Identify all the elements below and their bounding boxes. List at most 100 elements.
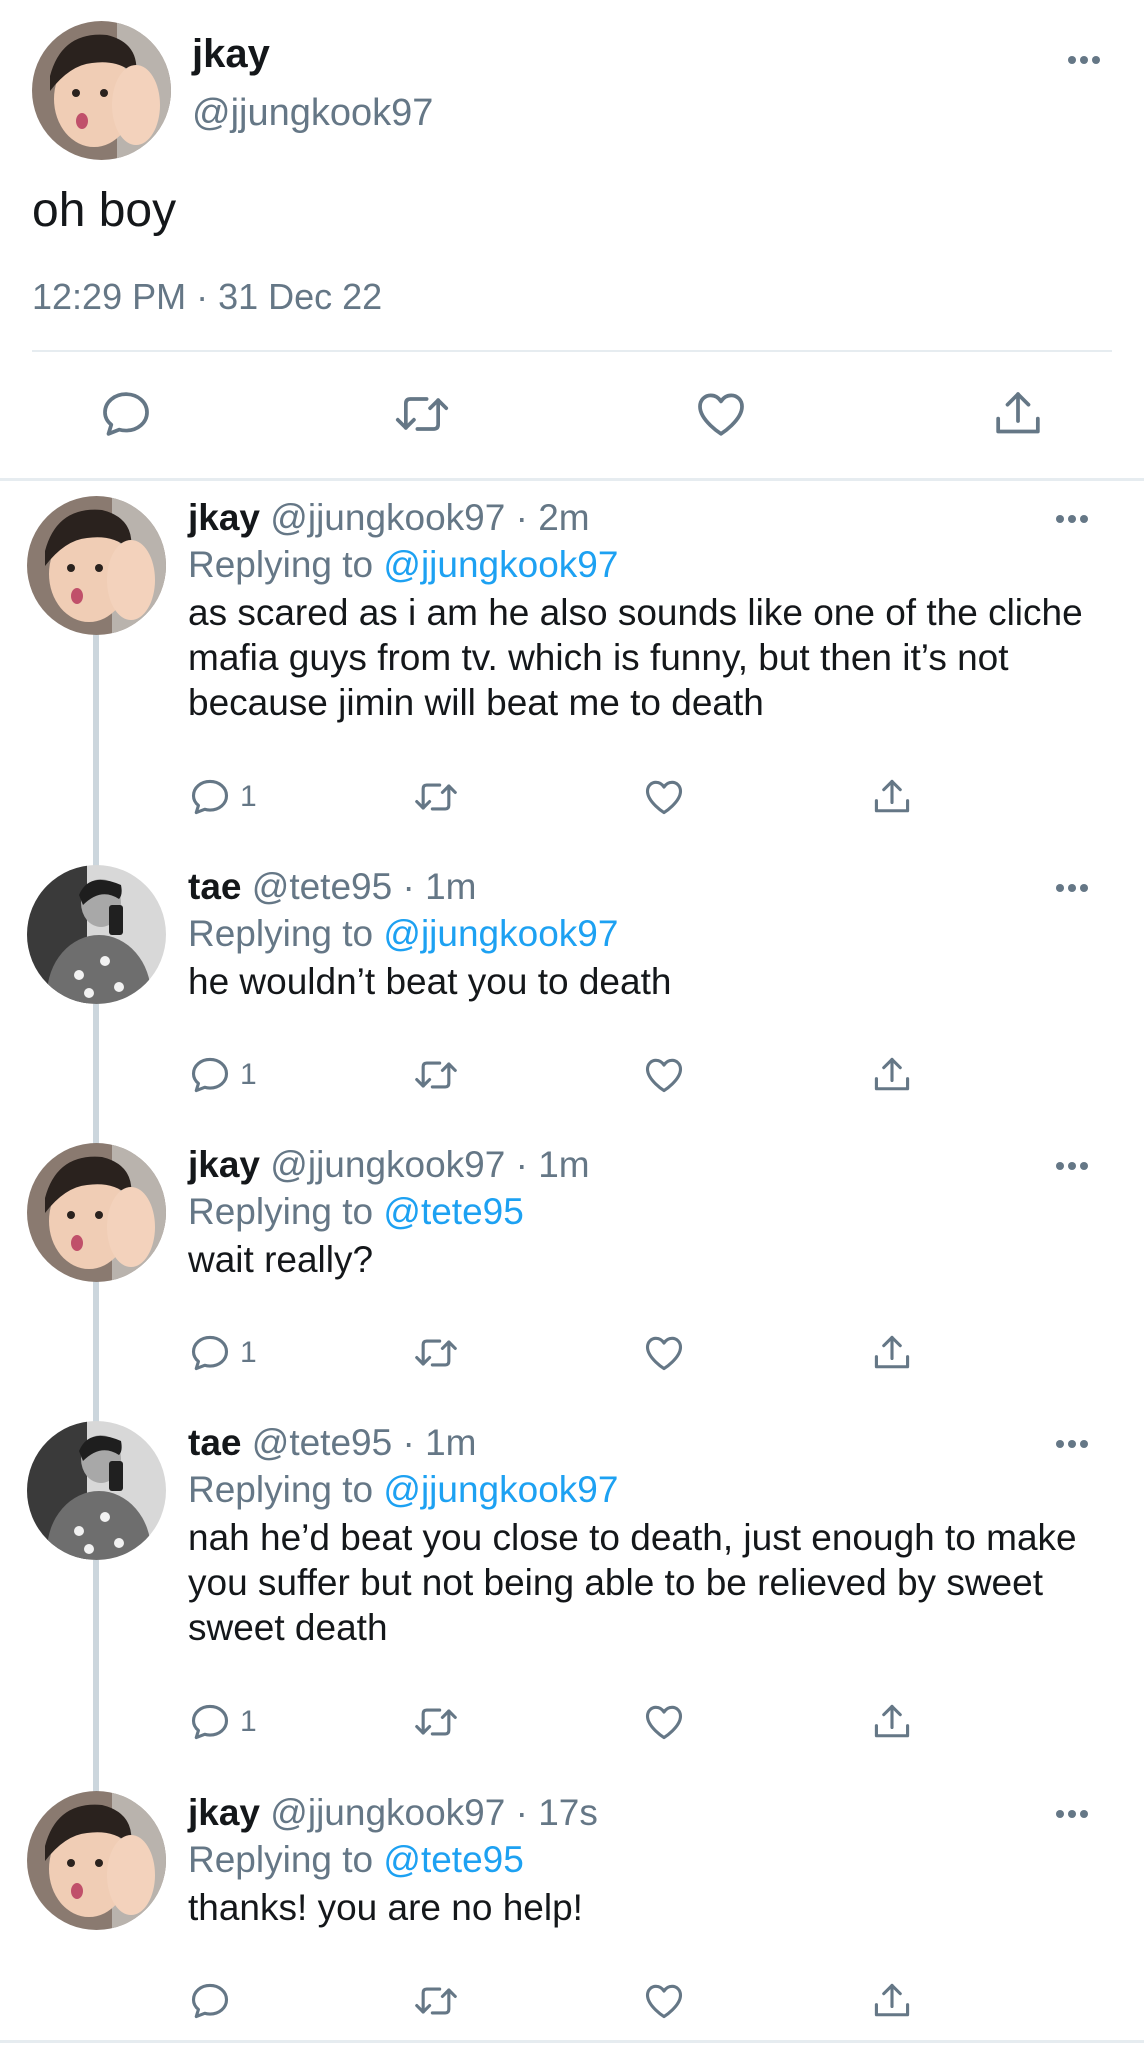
more-options-icon[interactable] [1066,54,1102,66]
replying-prefix: Replying to [188,913,374,954]
mention-link[interactable]: @tete95 [383,1839,523,1880]
action-bar: 1 [188,1053,928,1101]
author-name[interactable]: tae [188,1422,241,1463]
action-bar: 1 [188,1331,928,1379]
author-name[interactable]: jkay [188,497,260,538]
more-options-icon[interactable] [1055,1160,1089,1172]
action-bar [188,1979,928,2027]
reply-header: jkay @jjungkook97 · 1m [188,1144,590,1186]
reply-header: tae @tete95 · 1m [188,866,476,908]
author-handle[interactable]: @jjungkook97 [192,92,433,135]
share-icon [870,1331,914,1375]
author-name[interactable]: tae [188,866,241,907]
retweet-icon [412,775,460,819]
handle-time: @jjungkook97 · 2m [270,497,590,538]
retweet-button[interactable] [412,1700,460,1744]
divider [32,350,1112,352]
retweet-icon[interactable] [392,386,452,442]
reply-button[interactable]: 1 [188,1331,257,1375]
author-name[interactable]: jkay [188,1144,260,1185]
share-icon [870,1700,914,1744]
like-button[interactable] [642,1700,686,1744]
replying-prefix: Replying to [188,1191,374,1232]
share-button[interactable] [870,1331,914,1375]
like-button[interactable] [642,1979,686,2023]
reply-tweet[interactable]: tae @tete95 · 1m Replying to @jjungkook9… [0,865,1144,1105]
tweet-text: oh boy [32,184,177,237]
replying-to: Replying to @tete95 [188,1191,524,1233]
reply-header: jkay @jjungkook97 · 17s [188,1792,598,1834]
author-name[interactable]: jkay [188,1792,260,1833]
more-options-icon[interactable] [1055,882,1089,894]
avatar-tae[interactable] [27,865,166,1004]
share-button[interactable] [870,1700,914,1744]
reply-text: he wouldn’t beat you to death [188,961,672,1002]
avatar-jkay[interactable] [27,1143,166,1282]
mention-link[interactable]: @jjungkook97 [383,913,618,954]
share-icon [870,775,914,819]
like-button[interactable] [642,1331,686,1375]
handle-time: @jjungkook97 · 1m [270,1144,590,1185]
avatar-jkay[interactable] [27,1791,166,1930]
reply-header: tae @tete95 · 1m [188,1422,476,1464]
reply-button[interactable]: 1 [188,775,257,819]
reply-count: 1 [240,1336,257,1369]
more-options-icon[interactable] [1055,1438,1089,1450]
replying-prefix: Replying to [188,1469,374,1510]
replying-prefix: Replying to [188,1839,374,1880]
main-tweet: jkay @jjungkook97 oh boy 12:29 PM · 31 D… [0,0,1144,478]
replying-to: Replying to @jjungkook97 [188,544,618,586]
avatar-jkay[interactable] [32,21,171,160]
like-icon [642,1053,686,1097]
handle-time: @tete95 · 1m [251,866,477,907]
avatar-tae[interactable] [27,1421,166,1560]
reply-text: thanks! you are no help! [188,1887,583,1928]
author-name[interactable]: jkay [192,32,270,77]
action-bar: 1 [188,775,928,823]
reply-button[interactable]: 1 [188,1700,257,1744]
reply-button[interactable]: 1 [188,1053,257,1097]
retweet-button[interactable] [412,1053,460,1097]
share-button[interactable] [870,1979,914,2023]
like-button[interactable] [642,775,686,819]
reply-icon[interactable] [98,386,154,442]
retweet-icon [412,1053,460,1097]
like-button[interactable] [642,1053,686,1097]
retweet-button[interactable] [412,1331,460,1375]
like-icon[interactable] [693,386,749,442]
mention-link[interactable]: @jjungkook97 [383,1469,618,1510]
reply-tweet[interactable]: jkay @jjungkook97 · 17s Replying to @tet… [0,1791,1144,2036]
action-bar: 1 [188,1700,928,1748]
replying-to: Replying to @jjungkook97 [188,913,618,955]
more-options-icon[interactable] [1055,1808,1089,1820]
reply-icon [188,1331,232,1375]
reply-button[interactable] [188,1979,240,2023]
more-options-icon[interactable] [1055,513,1089,525]
share-icon [870,1979,914,2023]
reply-icon [188,1700,232,1744]
mention-link[interactable]: @jjungkook97 [383,544,618,585]
reply-count: 1 [240,1705,257,1738]
reply-count: 1 [240,780,257,813]
share-button[interactable] [870,1053,914,1097]
reply-tweet[interactable]: jkay @jjungkook97 · 2m Replying to @jjun… [0,496,1144,816]
retweet-icon [412,1700,460,1744]
retweet-button[interactable] [412,775,460,819]
replying-to: Replying to @tete95 [188,1839,524,1881]
like-icon [642,1331,686,1375]
mention-link[interactable]: @tete95 [383,1191,523,1232]
replying-to: Replying to @jjungkook97 [188,1469,618,1511]
retweet-icon [412,1979,460,2023]
reply-icon [188,1979,232,2023]
retweet-icon [412,1331,460,1375]
reply-tweet[interactable]: tae @tete95 · 1m Replying to @jjungkook9… [0,1421,1144,1741]
like-icon [642,1979,686,2023]
section-divider [0,478,1144,481]
retweet-button[interactable] [412,1979,460,2023]
share-button[interactable] [870,775,914,819]
avatar-jkay[interactable] [27,496,166,635]
handle-time: @jjungkook97 · 17s [270,1792,598,1833]
like-icon [642,1700,686,1744]
reply-tweet[interactable]: jkay @jjungkook97 · 1m Replying to @tete… [0,1143,1144,1383]
share-icon[interactable] [990,386,1046,442]
